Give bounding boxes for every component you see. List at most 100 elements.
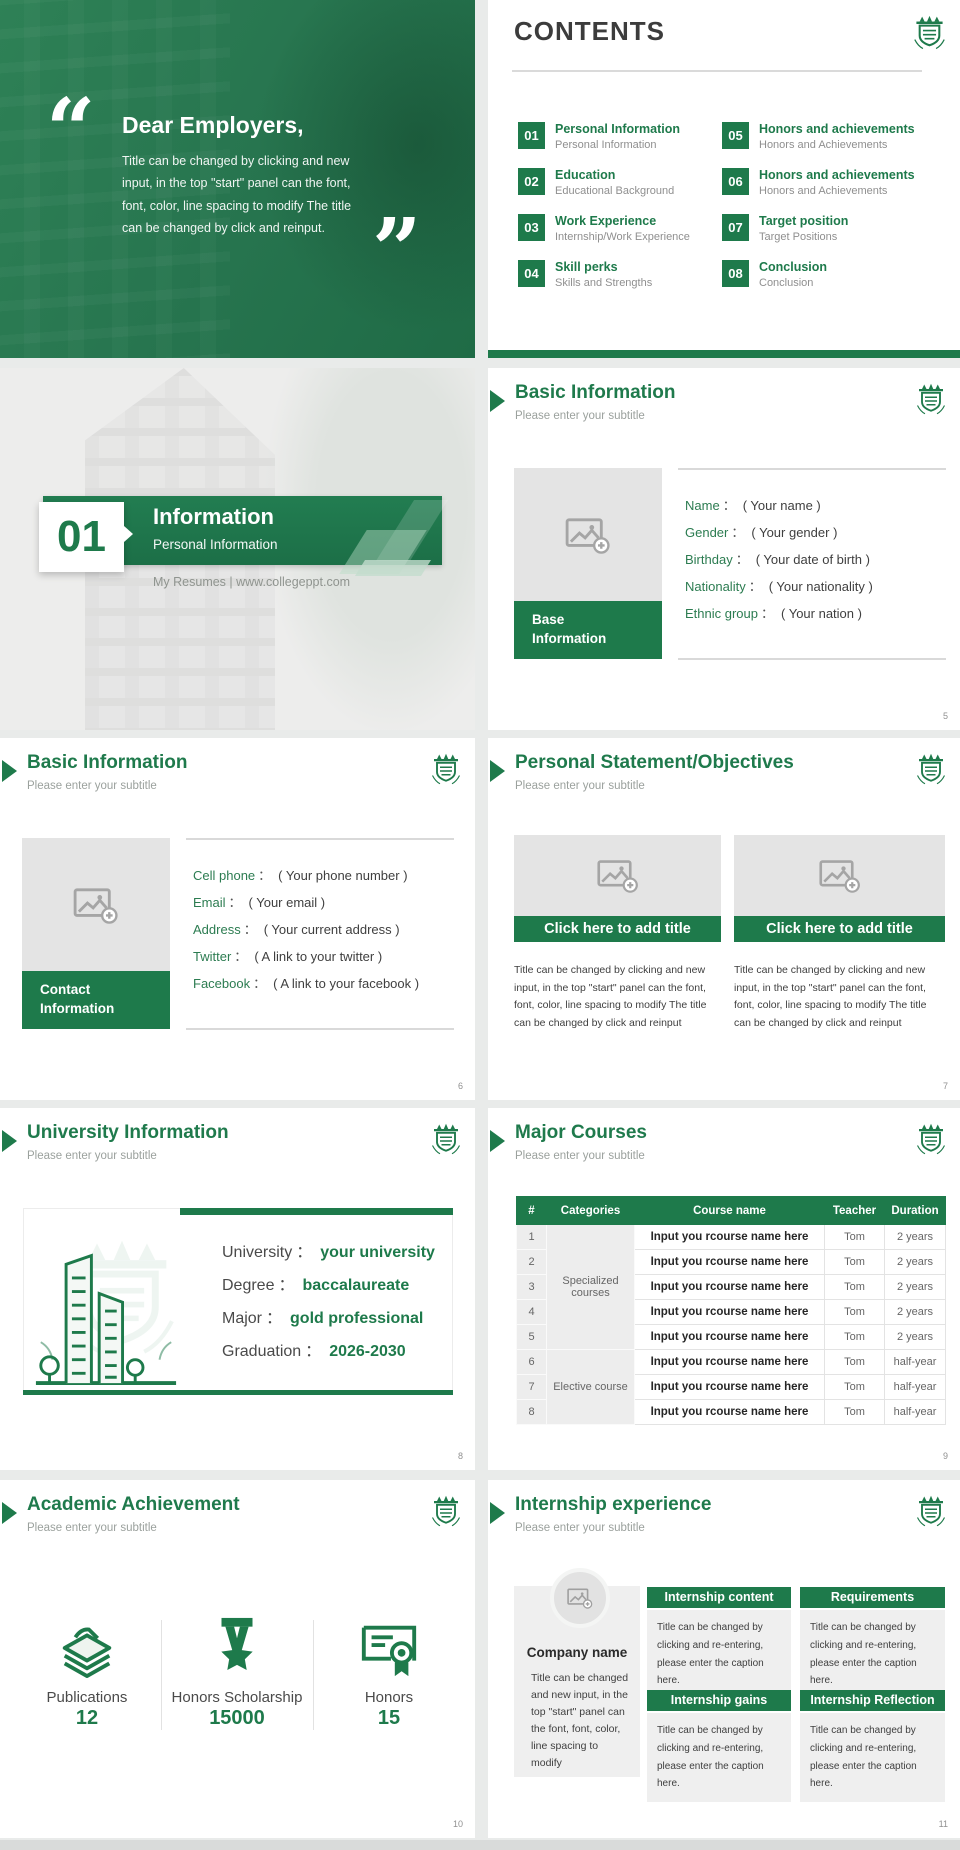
university-crest-icon	[916, 383, 946, 416]
block-body: Title can be changed by clicking and re-…	[647, 1610, 791, 1700]
slide-title: University Information	[27, 1122, 229, 1143]
add-title-bar: Click here to add title	[514, 916, 721, 942]
internship-block: Internship content Title can be changed …	[647, 1587, 791, 1700]
achievement-value: 15	[377, 1707, 401, 1729]
cell-duration: half-year	[884, 1374, 946, 1400]
contents-item: 03 Work Experience Internship/Work Exper…	[518, 214, 722, 260]
block-header: Internship content	[647, 1587, 791, 1608]
contents-item-label: Work Experience	[555, 214, 657, 228]
card-bottom-bar	[23, 1390, 453, 1395]
cell-num: 1	[516, 1224, 547, 1250]
cell-num: 8	[516, 1399, 547, 1425]
image-add-icon	[73, 886, 119, 924]
company-body: Title can be changed and new input, in t…	[531, 1672, 629, 1769]
slide-subtitle: Please enter your subtitle	[515, 1150, 645, 1162]
image-add-icon	[819, 858, 861, 893]
cell-num: 7	[516, 1374, 547, 1400]
card-top-bar	[180, 1208, 453, 1215]
internship-block: Internship Reflection Title can be chang…	[800, 1690, 945, 1803]
arrow-marker-icon	[490, 760, 505, 782]
contents-item-sub: Honors and Achievements	[759, 139, 888, 152]
quote-title: Dear Employers,	[122, 112, 304, 138]
section-subtitle: Personal Information	[153, 537, 278, 552]
info-field: Nationality：( Your nationality )	[685, 579, 873, 594]
university-crest-icon	[916, 1495, 946, 1528]
internship-block: Internship gains Title can be changed by…	[647, 1690, 791, 1803]
cell-course: Input you rcourse name here	[634, 1224, 825, 1250]
open-quote-icon: “	[46, 80, 96, 181]
page-number: 11	[938, 1819, 948, 1829]
cell-teacher: Tom	[824, 1274, 885, 1300]
contents-item: 08 Conclusion Conclusion	[722, 260, 940, 306]
contents-item: 01 Personal Information Personal Informa…	[518, 122, 722, 168]
cell-course: Input you rcourse name here	[634, 1399, 825, 1425]
company-name: Company name	[526, 1645, 628, 1660]
page-number: 9	[942, 1451, 948, 1461]
contents-item: 06 Honors and achievements Honors and Ac…	[722, 168, 940, 214]
cell-num: 5	[516, 1324, 547, 1350]
slide-contents: CONTENTS 01 Personal Information Persona…	[488, 0, 960, 358]
block-body: Title can be changed by clicking and re-…	[647, 1713, 791, 1803]
add-title-bar: Click here to add title	[734, 916, 945, 942]
cell-teacher: Tom	[824, 1399, 885, 1425]
contents-item: 04 Skill perks Skills and Strengths	[518, 260, 722, 306]
divider	[186, 838, 454, 840]
slide-internship-experience: Internship experience Please enter your …	[488, 1480, 960, 1838]
contents-item: 05 Honors and achievements Honors and Ac…	[722, 122, 940, 168]
achievement-label: Honors Scholarship	[171, 1689, 303, 1706]
contents-title: CONTENTS	[514, 16, 665, 46]
university-field: Major： gold professional	[222, 1310, 424, 1327]
contents-item-label: Honors and achievements	[759, 168, 915, 182]
section-number: 01	[39, 502, 124, 572]
slide-basic-info: Basic Information Please enter your subt…	[488, 368, 960, 730]
slide-title: Academic Achievement	[27, 1494, 240, 1515]
info-field: Facebook：( A link to your facebook )	[193, 976, 420, 991]
arrow-marker-icon	[490, 1130, 505, 1152]
cell-teacher: Tom	[824, 1249, 885, 1275]
contents-item-number: 04	[518, 260, 545, 287]
statement-body: Title can be changed by clicking and new…	[734, 964, 927, 1029]
block-body: Title can be changed by clicking and re-…	[800, 1610, 945, 1700]
publications-icon	[56, 1616, 118, 1678]
page-number: 6	[457, 1081, 463, 1091]
col-header-categories: Categories	[546, 1196, 635, 1225]
chevron-decoration	[355, 560, 431, 576]
block-header: Requirements	[800, 1587, 945, 1608]
slide-section-01: 01 Information Personal Information My R…	[0, 368, 475, 730]
slide-subtitle: Please enter your subtitle	[27, 780, 157, 792]
contents-item-sub: Skills and Strengths	[555, 277, 653, 290]
info-card-label: Base Information	[514, 601, 662, 659]
template-preview-page: “ Dear Employers, Title can be changed b…	[0, 0, 960, 1850]
table-header-row: # Categories Course name Teacher Duratio…	[516, 1196, 946, 1225]
info-field: Birthday：( Your date of birth )	[685, 552, 870, 567]
arrow-marker-icon	[2, 1130, 17, 1152]
image-add-icon	[597, 858, 639, 893]
cell-duration: 2 years	[884, 1299, 946, 1325]
table-row: 6 Elective course Input you rcourse name…	[516, 1349, 946, 1425]
courses-table: # Categories Course name Teacher Duratio…	[516, 1196, 946, 1425]
info-fields: Name：( Your name ) Gender：( Your gender …	[685, 495, 873, 630]
info-field: Twitter：( A link to your twitter )	[193, 949, 383, 964]
achievement-value: 15000	[209, 1707, 265, 1729]
cell-duration: 2 years	[884, 1249, 946, 1275]
image-add-icon	[567, 1587, 593, 1609]
cell-duration: 2 years	[884, 1324, 946, 1350]
divider	[186, 1028, 454, 1030]
contents-item-sub: Personal Information	[555, 139, 657, 152]
quote-body: Title can be changed by clicking and new…	[122, 154, 352, 235]
university-crest-icon	[916, 753, 946, 786]
contents-item-number: 03	[518, 214, 545, 241]
slide-title: Major Courses	[515, 1122, 647, 1143]
university-crest-icon	[916, 1123, 946, 1156]
divider	[678, 468, 946, 470]
slide-university-info: University Information Please enter your…	[0, 1108, 475, 1470]
university-crest-icon	[431, 1123, 461, 1156]
university-field: University： your university	[222, 1244, 435, 1261]
cell-course: Input you rcourse name here	[634, 1324, 825, 1350]
cell-teacher: Tom	[824, 1299, 885, 1325]
achievement-item: Honors Scholarship 15000	[162, 1616, 312, 1730]
medal-icon	[206, 1616, 268, 1678]
footer-bar	[488, 350, 960, 358]
page-number: 5	[942, 711, 948, 721]
cell-course: Input you rcourse name here	[634, 1299, 825, 1325]
